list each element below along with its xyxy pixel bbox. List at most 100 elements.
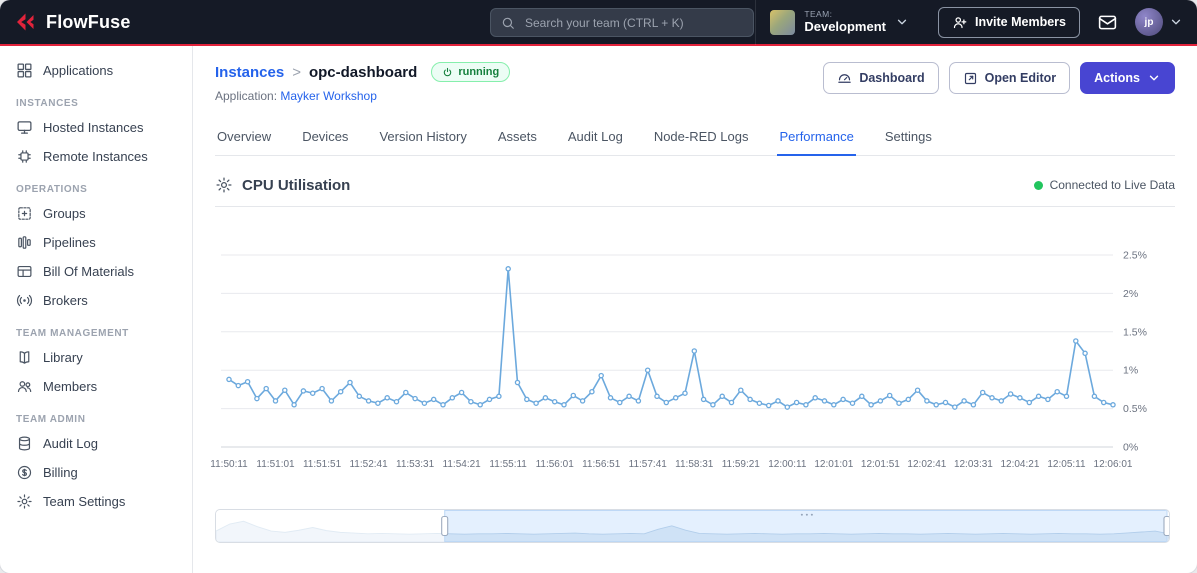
live-dot-icon <box>1033 180 1043 190</box>
sidebar-item-applications[interactable]: Applications <box>0 56 192 85</box>
sidebar-section-instances: INSTANCES <box>16 98 79 109</box>
sidebar-item-bill-of-materials[interactable]: Bill Of Materials <box>0 257 192 286</box>
tab-version-history[interactable]: Version History <box>377 121 468 155</box>
cpu-utilisation-panel: CPU Utilisation Connected to Live Data 0… <box>210 170 1175 543</box>
sidebar-item-members[interactable]: Members <box>0 372 192 401</box>
tab-overview[interactable]: Overview <box>215 121 273 155</box>
chart-title: CPU Utilisation <box>242 176 351 194</box>
top-navbar: FlowFuse TEAM: Development Invite Member… <box>0 0 1197 46</box>
notifications-button[interactable] <box>1095 10 1120 35</box>
hosted-instances-icon <box>17 121 32 134</box>
navigator-selection[interactable] <box>444 510 1168 542</box>
sidebar-item-team-settings[interactable]: Team Settings <box>0 487 192 516</box>
remote-instances-icon <box>18 150 31 163</box>
cpu-series-line <box>228 268 1114 409</box>
sidebar: Applications INSTANCES Hosted Instances … <box>0 46 193 573</box>
sidebar-item-library[interactable]: Library <box>0 343 192 372</box>
team-search[interactable] <box>490 8 754 37</box>
invite-members-button[interactable]: Invite Members <box>937 6 1080 38</box>
svg-text:11:54:21: 11:54:21 <box>443 459 482 470</box>
applications-icon <box>17 63 32 78</box>
tab-assets[interactable]: Assets <box>496 121 539 155</box>
svg-text:12:01:51: 12:01:51 <box>861 459 900 470</box>
brokers-icon <box>16 294 33 307</box>
tab-devices[interactable]: Devices <box>300 121 350 155</box>
search-input[interactable] <box>523 14 743 31</box>
chevron-down-icon <box>1171 19 1181 25</box>
members-icon <box>17 381 32 393</box>
app-window: FlowFuse TEAM: Development Invite Member… <box>0 0 1197 573</box>
user-avatar: jp <box>1135 8 1163 36</box>
power-icon <box>444 67 452 76</box>
sidebar-item-brokers[interactable]: Brokers <box>0 286 192 315</box>
tab-node-red-logs[interactable]: Node-RED Logs <box>652 121 751 155</box>
svg-text:0%: 0% <box>1123 442 1138 454</box>
user-menu[interactable]: jp <box>1135 8 1183 36</box>
svg-text:12:06:01: 12:06:01 <box>1094 459 1133 470</box>
invite-members-label: Invite Members <box>974 15 1066 29</box>
tab-bar: Overview Devices Version History Assets … <box>215 121 1175 156</box>
svg-text:12:01:01: 12:01:01 <box>814 459 853 470</box>
sidebar-item-groups[interactable]: Groups <box>0 199 192 228</box>
tab-settings[interactable]: Settings <box>883 121 934 155</box>
svg-text:0.5%: 0.5% <box>1123 403 1147 415</box>
svg-text:12:00:11: 12:00:11 <box>768 459 807 470</box>
chevron-down-icon <box>1149 75 1159 81</box>
groups-icon <box>18 207 31 220</box>
svg-text:12:05:11: 12:05:11 <box>1047 459 1086 470</box>
sidebar-section-team-management: TEAM MANAGEMENT <box>16 328 129 339</box>
navigator-left-handle[interactable] <box>441 516 449 536</box>
breadcrumb-instances-link[interactable]: Instances <box>215 64 284 81</box>
brand[interactable]: FlowFuse <box>14 10 131 34</box>
navigator-chart[interactable] <box>216 510 1169 542</box>
sidebar-item-remote-instances[interactable]: Remote Instances <box>0 142 192 171</box>
open-editor-button[interactable]: Open Editor <box>948 62 1071 94</box>
tab-audit-log[interactable]: Audit Log <box>566 121 625 155</box>
navigator-right-handle[interactable] <box>1163 516 1169 536</box>
tab-performance[interactable]: Performance <box>777 121 856 156</box>
svg-text:11:50:11: 11:50:11 <box>210 459 248 470</box>
chart-range-navigator[interactable] <box>215 509 1170 543</box>
chevron-down-icon <box>897 19 907 25</box>
pipelines-icon <box>18 236 31 249</box>
status-badge: running <box>431 62 511 82</box>
live-data-status: Connected to Live Data <box>1033 178 1175 192</box>
page-title: opc-dashboard <box>308 63 418 81</box>
application-link[interactable]: Mayker Workshop <box>280 89 376 103</box>
library-icon <box>19 351 30 364</box>
sidebar-section-operations: OPERATIONS <box>16 184 88 195</box>
status-badge-label: running <box>458 66 500 78</box>
main-content: Instances > opc-dashboard running Applic… <box>193 46 1197 573</box>
svg-text:11:51:51: 11:51:51 <box>303 459 342 470</box>
search-icon <box>502 17 514 29</box>
svg-text:11:59:21: 11:59:21 <box>722 459 761 470</box>
billing-icon <box>17 465 32 480</box>
application-label: Application: <box>215 89 278 103</box>
svg-text:1%: 1% <box>1123 365 1138 377</box>
dashboard-icon <box>838 73 852 83</box>
sidebar-item-pipelines[interactable]: Pipelines <box>0 228 192 257</box>
sidebar-item-audit-log[interactable]: Audit Log <box>0 429 192 458</box>
svg-text:11:58:31: 11:58:31 <box>675 459 714 470</box>
svg-text:1.5%: 1.5% <box>1123 326 1147 338</box>
actions-button[interactable]: Actions <box>1080 62 1175 94</box>
svg-text:12:02:41: 12:02:41 <box>907 459 946 470</box>
user-plus-icon <box>953 16 967 28</box>
sidebar-item-billing[interactable]: Billing <box>0 458 192 487</box>
svg-text:11:55:11: 11:55:11 <box>489 459 527 470</box>
svg-text:12:03:31: 12:03:31 <box>954 459 993 470</box>
gear-icon <box>216 177 232 193</box>
svg-text:11:56:51: 11:56:51 <box>582 459 621 470</box>
team-selector[interactable]: TEAM: Development <box>755 0 923 45</box>
live-status-label: Connected to Live Data <box>1049 178 1175 192</box>
application-line: Application: Mayker Workshop <box>215 89 510 103</box>
svg-text:11:56:01: 11:56:01 <box>536 459 575 470</box>
brand-name: FlowFuse <box>46 11 131 32</box>
svg-text:11:53:31: 11:53:31 <box>396 459 435 470</box>
open-editor-icon <box>964 72 976 84</box>
team-avatar <box>770 9 796 35</box>
bill-of-materials-icon <box>17 265 32 278</box>
audit-log-icon <box>18 436 31 451</box>
sidebar-item-hosted-instances[interactable]: Hosted Instances <box>0 113 192 142</box>
dashboard-button[interactable]: Dashboard <box>823 62 939 94</box>
